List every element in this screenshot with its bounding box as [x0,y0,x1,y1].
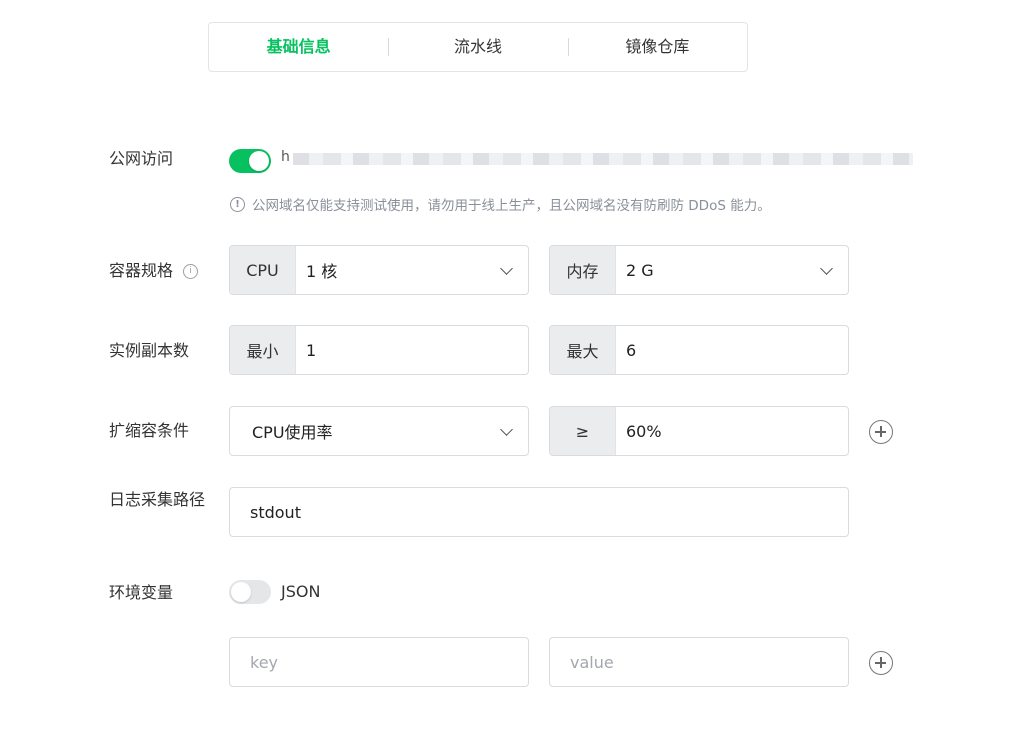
env-vars-label: 环境变量 [109,583,174,602]
min-value: 1 [306,340,317,360]
hint-text: 公网域名仅能支持测试使用，请勿用于线上生产，且公网域名没有防刷防 DDoS 能力… [252,198,771,214]
log-path-value: stdout [250,502,301,522]
scaling-threshold-input[interactable]: ≥ 60% [549,406,849,456]
container-spec-label-row: 容器规格 i [109,258,205,284]
env-value-input[interactable]: value [549,637,849,687]
public-access-label: 公网访问 [109,149,174,168]
json-toggle[interactable] [229,580,271,604]
chevron-down-icon [821,265,832,276]
public-url-prefix: h [281,149,290,165]
add-env-var-icon[interactable] [869,651,893,675]
scaling-metric-select[interactable]: CPU使用率 [229,406,529,456]
metric-value: CPU使用率 [252,423,333,442]
threshold-value: 60% [626,421,662,441]
chevron-down-icon [501,426,512,437]
tab-image-registry[interactable]: 镜像仓库 [567,22,747,72]
scaling-label: 扩缩容条件 [109,421,190,440]
public-url-blurred: h [281,149,913,169]
help-icon[interactable]: i [183,263,199,279]
replicas-max-input[interactable]: 最大 6 [549,325,849,375]
min-addon: 最小 [230,326,296,374]
tab-basic-info[interactable]: 基础信息 [209,22,388,72]
public-access-toggle[interactable] [229,149,271,173]
replicas-label: 实例副本数 [109,341,190,360]
public-access-hint: ! 公网域名仅能支持测试使用，请勿用于线上生产，且公网域名没有防刷防 DDoS … [230,194,771,214]
key-placeholder: key [250,652,279,672]
cpu-addon: CPU [230,246,296,294]
blurred-region [293,153,913,165]
env-key-input[interactable]: key [229,637,529,687]
log-path-label: 日志采集路径 [109,490,206,509]
toggle-knob [231,582,251,602]
toggle-knob [249,151,269,171]
cpu-value: 1 核 [306,262,338,281]
info-icon: ! [230,196,245,212]
log-path-input[interactable]: stdout [229,487,849,537]
memory-addon: 内存 [550,246,616,294]
container-spec-label: 容器规格 [109,261,174,280]
chevron-down-icon [501,265,512,276]
tab-bar: 基础信息 流水线 镜像仓库 [208,22,748,72]
json-label: JSON [281,582,321,601]
memory-value: 2 G [626,260,654,280]
max-value: 6 [626,340,637,360]
cpu-select[interactable]: CPU 1 核 [229,245,529,295]
memory-select[interactable]: 内存 2 G [549,245,849,295]
operator-addon: ≥ [550,407,616,455]
add-scaling-condition-icon[interactable] [869,420,893,444]
replicas-min-input[interactable]: 最小 1 [229,325,529,375]
value-placeholder: value [570,652,614,672]
max-addon: 最大 [550,326,616,374]
tab-pipeline[interactable]: 流水线 [388,22,567,72]
